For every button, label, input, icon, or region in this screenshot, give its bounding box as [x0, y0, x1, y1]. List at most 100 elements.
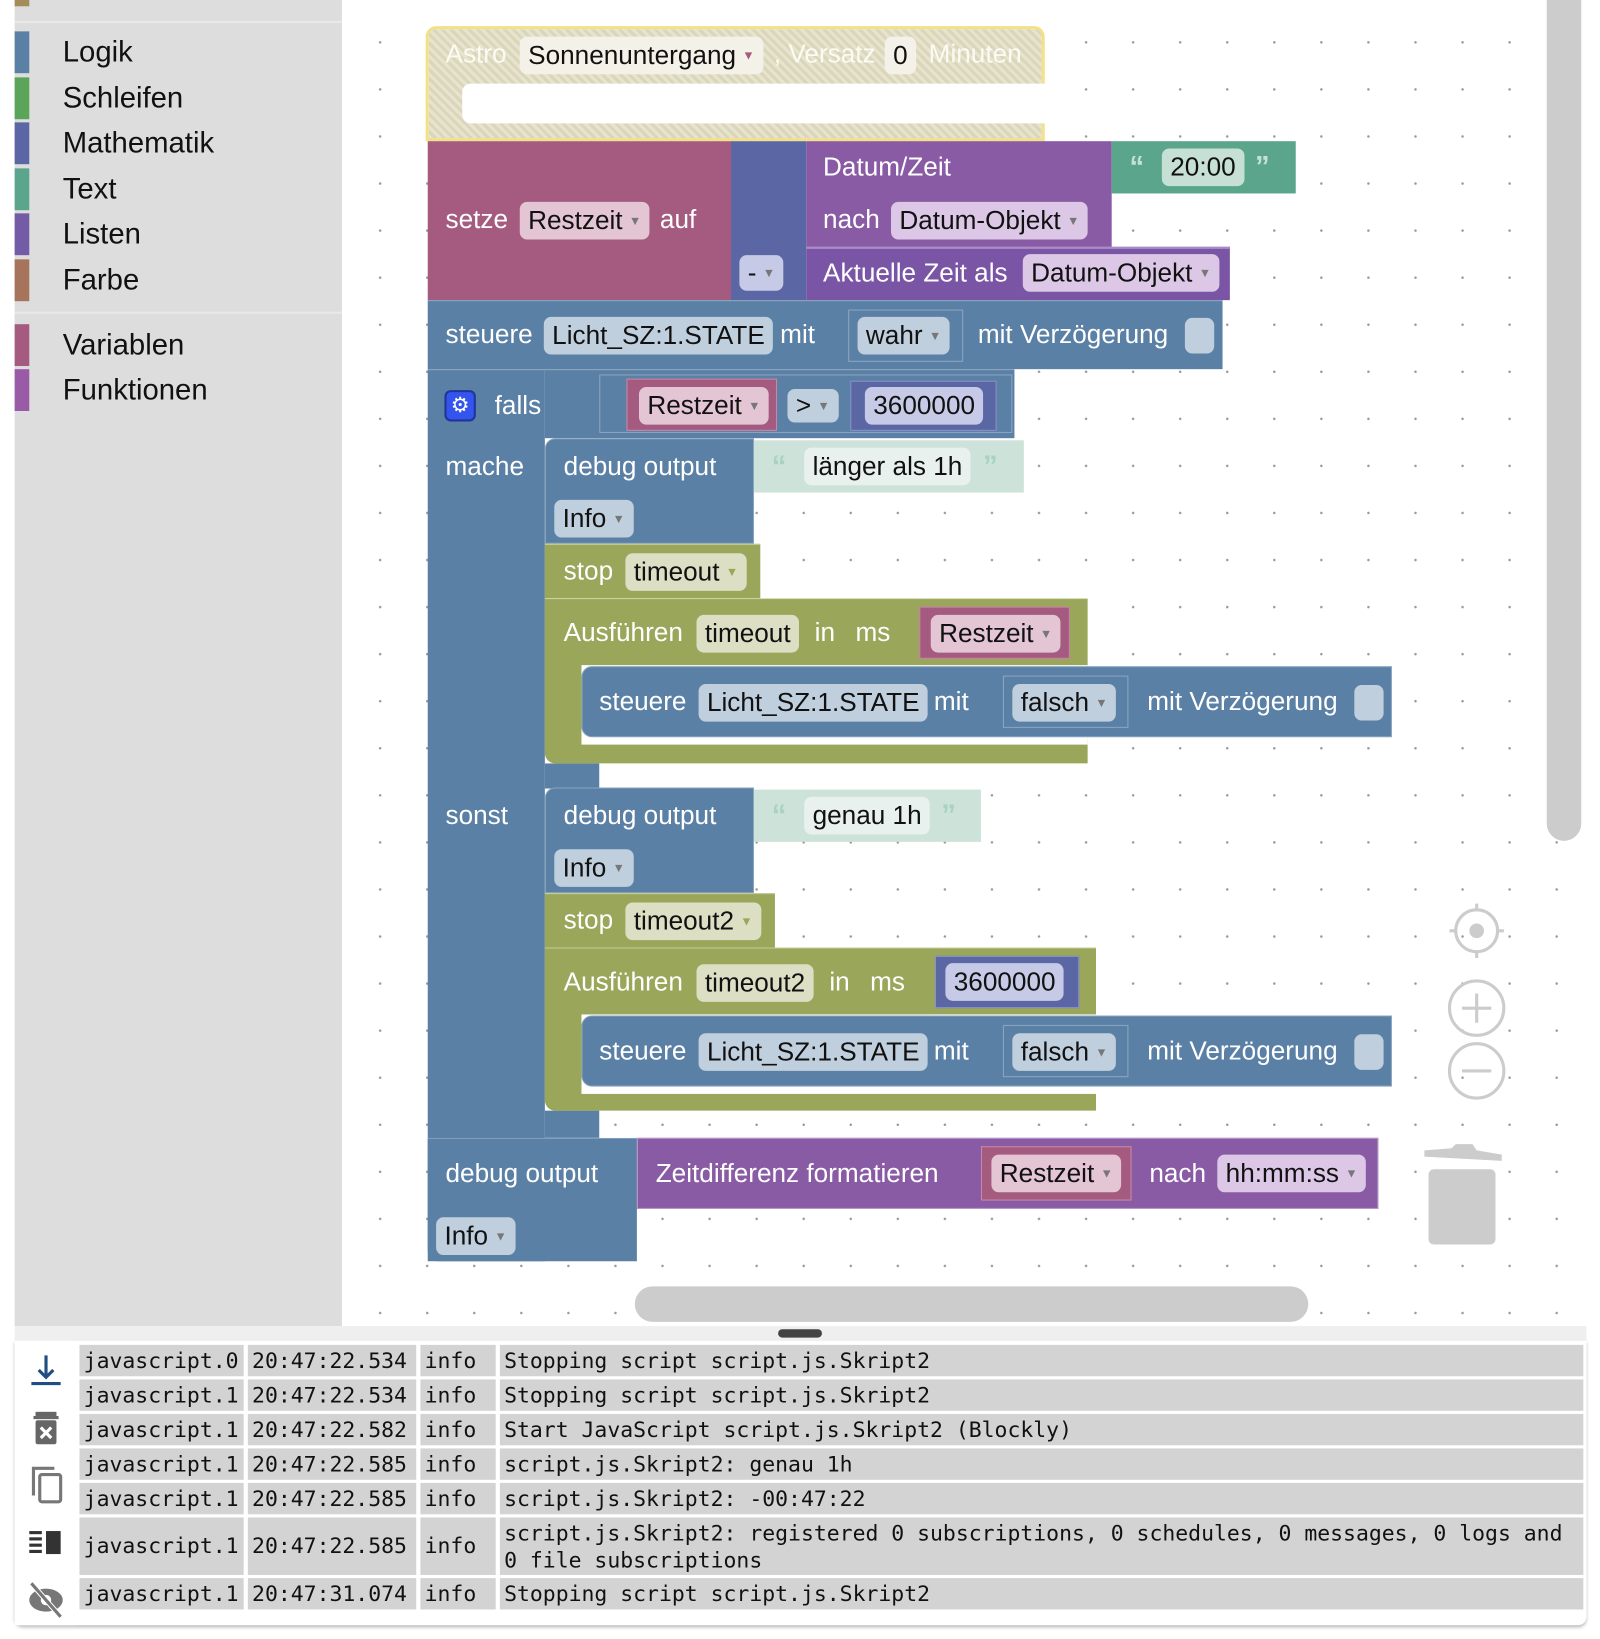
- category-label: Funktionen: [62, 373, 208, 406]
- delay-checkbox[interactable]: [1354, 1034, 1384, 1070]
- toolbox-category-funktionen[interactable]: Funktionen: [14, 369, 342, 411]
- category-color-swatch: [14, 122, 30, 165]
- ms-label: ms: [870, 967, 905, 997]
- datetime-format-dropdown[interactable]: Datum-Objekt ▼: [891, 201, 1088, 240]
- recenter-icon[interactable]: [1447, 901, 1506, 960]
- stop-label: stop: [563, 556, 614, 586]
- category-color-swatch: [14, 259, 30, 302]
- current-time-format-dropdown[interactable]: Datum-Objekt ▼: [1022, 254, 1220, 292]
- toolbox-category-schleifen[interactable]: Schleifen: [14, 77, 342, 120]
- toolbox-category-listen[interactable]: Listen: [14, 213, 342, 256]
- category-color-swatch: [14, 324, 30, 367]
- time-format-dropdown[interactable]: hh:mm:ss ▼: [1217, 1154, 1367, 1193]
- current-time-label: Aktuelle Zeit als: [823, 258, 1008, 288]
- delay-checkbox[interactable]: [1184, 317, 1215, 354]
- timer-dropdown[interactable]: timeout ▼: [625, 553, 747, 591]
- debug-label: debug output: [445, 1158, 599, 1189]
- to-label: auf: [659, 204, 697, 235]
- timer-name-field[interactable]: timeout2: [696, 964, 814, 1002]
- delay-label: mit Verzögerung: [977, 320, 1169, 350]
- time-diff-label: Zeitdifferenz formatieren: [655, 1158, 939, 1189]
- variable-dropdown[interactable]: Restzeit ▼: [519, 201, 650, 240]
- timer-dropdown[interactable]: timeout2 ▼: [625, 902, 762, 941]
- offset-label: , Versatz: [773, 39, 876, 70]
- log-cell-time: 20:47:22.585: [247, 1448, 417, 1480]
- quote-close-icon: ”: [941, 798, 956, 832]
- category-label: Farbe: [62, 263, 140, 296]
- quote-close-icon: ”: [1254, 150, 1270, 184]
- compare-operator-dropdown[interactable]: > ▼: [787, 389, 839, 423]
- scroll-to-bottom-icon[interactable]: [25, 1349, 67, 1391]
- toolbox-category-logik[interactable]: Logik: [14, 31, 342, 74]
- log-cell-source: javascript.1: [79, 1482, 244, 1515]
- text-input[interactable]: länger als 1h: [804, 447, 971, 486]
- exec-label: Ausführen: [563, 967, 683, 997]
- boolean-dropdown[interactable]: wahr ▼: [857, 316, 950, 355]
- zoom-in-icon[interactable]: [1447, 979, 1506, 1038]
- toolbox-category-partial[interactable]: [14, 0, 30, 7]
- offset-input[interactable]: 0: [884, 36, 917, 75]
- text-input[interactable]: 20:00: [1161, 148, 1245, 187]
- log-cell-level: info: [420, 1578, 496, 1610]
- with-label: mit: [933, 687, 969, 717]
- in-label: in: [829, 967, 850, 997]
- clear-log-icon[interactable]: [25, 1408, 67, 1450]
- toolbox-category-text[interactable]: Text: [14, 168, 342, 211]
- horizontal-scrollbar[interactable]: [634, 1286, 1309, 1322]
- trash-icon[interactable]: [1422, 1142, 1506, 1247]
- toolbox-category-farbe[interactable]: Farbe: [14, 259, 342, 302]
- to-label: nach: [1149, 1158, 1207, 1189]
- timer-name-field[interactable]: timeout: [696, 614, 799, 653]
- toolbox-category-variablen[interactable]: Variablen: [14, 324, 342, 367]
- category-color-swatch: [14, 168, 30, 211]
- category-label: Schleifen: [62, 81, 184, 114]
- quote-open-icon: “: [1129, 150, 1145, 184]
- boolean-dropdown[interactable]: falsch ▼: [1012, 683, 1117, 722]
- variable-dropdown[interactable]: Restzeit ▼: [991, 1154, 1122, 1193]
- log-row: javascript.1 20:47:31.074 info Stopping scr…: [79, 1578, 1585, 1610]
- log-cell-message: Start JavaScript script.js.Skript2 (Bloc…: [499, 1413, 1584, 1446]
- operator-dropdown[interactable]: - ▼: [739, 255, 784, 291]
- variable-dropdown[interactable]: Restzeit ▼: [930, 614, 1061, 653]
- log-cell-level: info: [420, 1448, 496, 1480]
- log-level-dropdown[interactable]: Info ▼: [554, 499, 634, 538]
- log-toolbar: [14, 1340, 78, 1626]
- object-id-field[interactable]: Licht_SZ:1.STATE: [698, 1033, 928, 1071]
- log-cell-level: info: [420, 1482, 496, 1515]
- log-cell-source: javascript.1: [79, 1379, 244, 1411]
- vertical-scrollbar[interactable]: [1546, 0, 1582, 841]
- number-input[interactable]: 3600000: [945, 963, 1064, 1001]
- astro-label: Astro: [445, 39, 507, 70]
- log-cell-time: 20:47:22.582: [247, 1413, 417, 1446]
- with-label: mit: [780, 320, 816, 350]
- log-cell-time: 20:47:22.585: [247, 1482, 417, 1515]
- set-label: setze: [445, 204, 509, 235]
- delay-label: mit Verzögerung: [1147, 1036, 1338, 1066]
- quote-open-icon: “: [771, 449, 787, 483]
- object-id-field[interactable]: Licht_SZ:1.STATE: [698, 683, 928, 722]
- datetime-to-label: nach: [823, 204, 880, 235]
- zoom-out-icon[interactable]: [1447, 1042, 1506, 1101]
- log-level-dropdown[interactable]: Info ▼: [554, 849, 634, 887]
- text-input[interactable]: genau 1h: [804, 796, 931, 835]
- hide-log-icon[interactable]: [25, 1579, 67, 1621]
- log-row: javascript.0 20:47:22.534 info Stopping scr…: [79, 1344, 1585, 1377]
- number-input[interactable]: 3600000: [864, 386, 984, 425]
- mutator-gear-icon[interactable]: ⚙: [444, 390, 476, 422]
- object-id-field[interactable]: Licht_SZ:1.STATE: [543, 316, 774, 355]
- log-cell-level: info: [420, 1344, 496, 1377]
- log-cell-message: script.js.Skript2: -00:47:22: [499, 1482, 1584, 1515]
- toolbox-category-mathematik[interactable]: Mathematik: [14, 122, 342, 165]
- boolean-dropdown[interactable]: falsch ▼: [1012, 1033, 1117, 1071]
- log-level-dropdown[interactable]: Info ▼: [436, 1217, 516, 1255]
- copy-icon[interactable]: [25, 1464, 67, 1506]
- log-row: javascript.1 20:47:22.585 info script.js.Sk…: [79, 1517, 1585, 1575]
- delay-checkbox[interactable]: [1354, 684, 1384, 721]
- astro-event-dropdown[interactable]: Sonnenuntergang ▼: [519, 36, 764, 75]
- variable-dropdown[interactable]: Restzeit ▼: [638, 386, 769, 425]
- layout-toggle-icon[interactable]: [25, 1523, 67, 1565]
- log-row: javascript.1 20:47:22.582 info Start JavaSc…: [79, 1413, 1585, 1446]
- category-label: Logik: [62, 35, 133, 68]
- resize-handle[interactable]: [778, 1329, 822, 1338]
- log-cell-time: 20:47:22.534: [247, 1344, 417, 1377]
